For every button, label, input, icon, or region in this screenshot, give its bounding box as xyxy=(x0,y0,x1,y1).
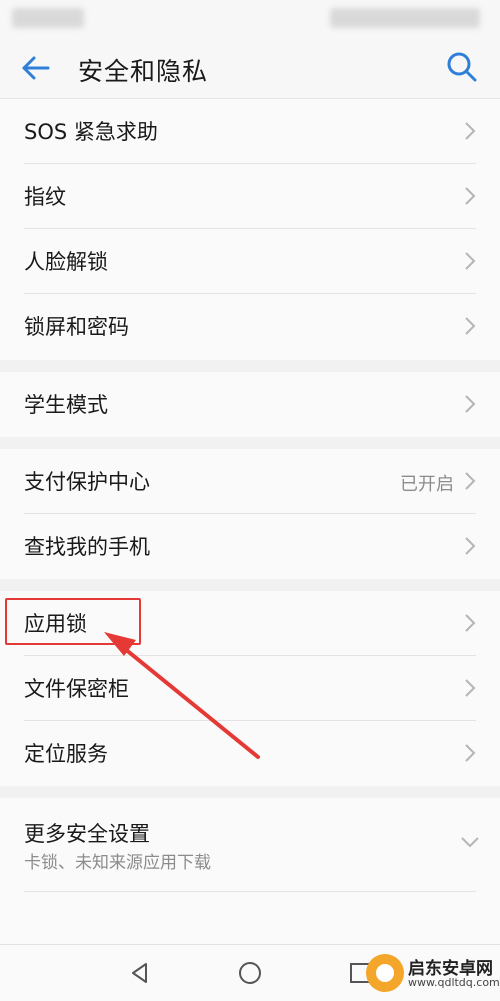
search-button[interactable] xyxy=(444,49,480,85)
chevron-right-icon xyxy=(465,395,476,413)
settings-group-student: 学生模式 xyxy=(0,372,500,437)
settings-group-more: 更多安全设置 卡锁、未知来源应用下载 xyxy=(0,798,500,944)
item-label: 支付保护中心 xyxy=(24,470,150,494)
page-title: 安全和隐私 xyxy=(78,57,209,86)
face-unlock-item[interactable]: 人脸解锁 xyxy=(0,229,500,294)
app-bar: 安全和隐私 xyxy=(0,36,500,99)
chevron-down-icon xyxy=(461,837,479,848)
fingerprint-item[interactable]: 指纹 xyxy=(0,164,500,229)
nav-back-button[interactable] xyxy=(126,959,154,987)
watermark-logo-icon xyxy=(366,954,404,992)
back-triangle-icon xyxy=(132,963,147,983)
chevron-right-icon xyxy=(465,317,476,335)
back-button[interactable] xyxy=(18,50,58,86)
item-label: 定位服务 xyxy=(24,742,108,766)
nav-home-button[interactable] xyxy=(236,959,264,987)
chevron-right-icon xyxy=(465,252,476,270)
file-safe-item[interactable]: 文件保密柜 xyxy=(0,656,500,721)
search-icon xyxy=(447,52,477,82)
chevron-right-icon xyxy=(465,537,476,555)
item-label: 查找我的手机 xyxy=(24,535,150,559)
arrow-left-icon xyxy=(22,56,50,80)
chevron-right-icon xyxy=(465,679,476,697)
annotation-highlight-box xyxy=(5,598,141,645)
location-services-item[interactable]: 定位服务 xyxy=(0,721,500,786)
status-bar-right-blurred xyxy=(330,8,480,28)
settings-group-payment: 支付保护中心 已开启 查找我的手机 xyxy=(0,449,500,579)
status-value: 已开启 xyxy=(400,474,454,495)
more-security-settings-item[interactable]: 更多安全设置 卡锁、未知来源应用下载 xyxy=(0,798,500,892)
chevron-right-icon xyxy=(465,187,476,205)
item-label: SOS 紧急求助 xyxy=(24,120,158,144)
sos-emergency-item[interactable]: SOS 紧急求助 xyxy=(0,99,500,164)
status-bar-left-blurred xyxy=(12,8,84,28)
chevron-right-icon xyxy=(465,614,476,632)
status-bar xyxy=(0,0,500,36)
chevron-right-icon xyxy=(465,472,476,490)
item-label: 更多安全设置 xyxy=(24,822,150,846)
chevron-right-icon xyxy=(465,744,476,762)
item-subtitle: 卡锁、未知来源应用下载 xyxy=(24,853,211,873)
item-label: 人脸解锁 xyxy=(24,250,108,274)
home-circle-icon xyxy=(239,962,261,984)
item-label: 学生模式 xyxy=(24,393,108,417)
student-mode-item[interactable]: 学生模式 xyxy=(0,372,500,437)
divider xyxy=(24,891,476,892)
find-my-phone-item[interactable]: 查找我的手机 xyxy=(0,514,500,579)
watermark-url: www.qdltdq.com xyxy=(408,976,500,989)
payment-protection-item[interactable]: 支付保护中心 已开启 xyxy=(0,449,500,514)
item-label: 锁屏和密码 xyxy=(24,315,129,339)
item-label: 文件保密柜 xyxy=(24,677,129,701)
lock-screen-password-item[interactable]: 锁屏和密码 xyxy=(0,294,500,359)
item-label: 指纹 xyxy=(24,185,66,209)
watermark: 启东安卓网 www.qdltdq.com xyxy=(366,952,500,996)
chevron-right-icon xyxy=(465,122,476,140)
settings-group-basic: SOS 紧急求助 指纹 人脸解锁 锁屏和密码 xyxy=(0,99,500,360)
